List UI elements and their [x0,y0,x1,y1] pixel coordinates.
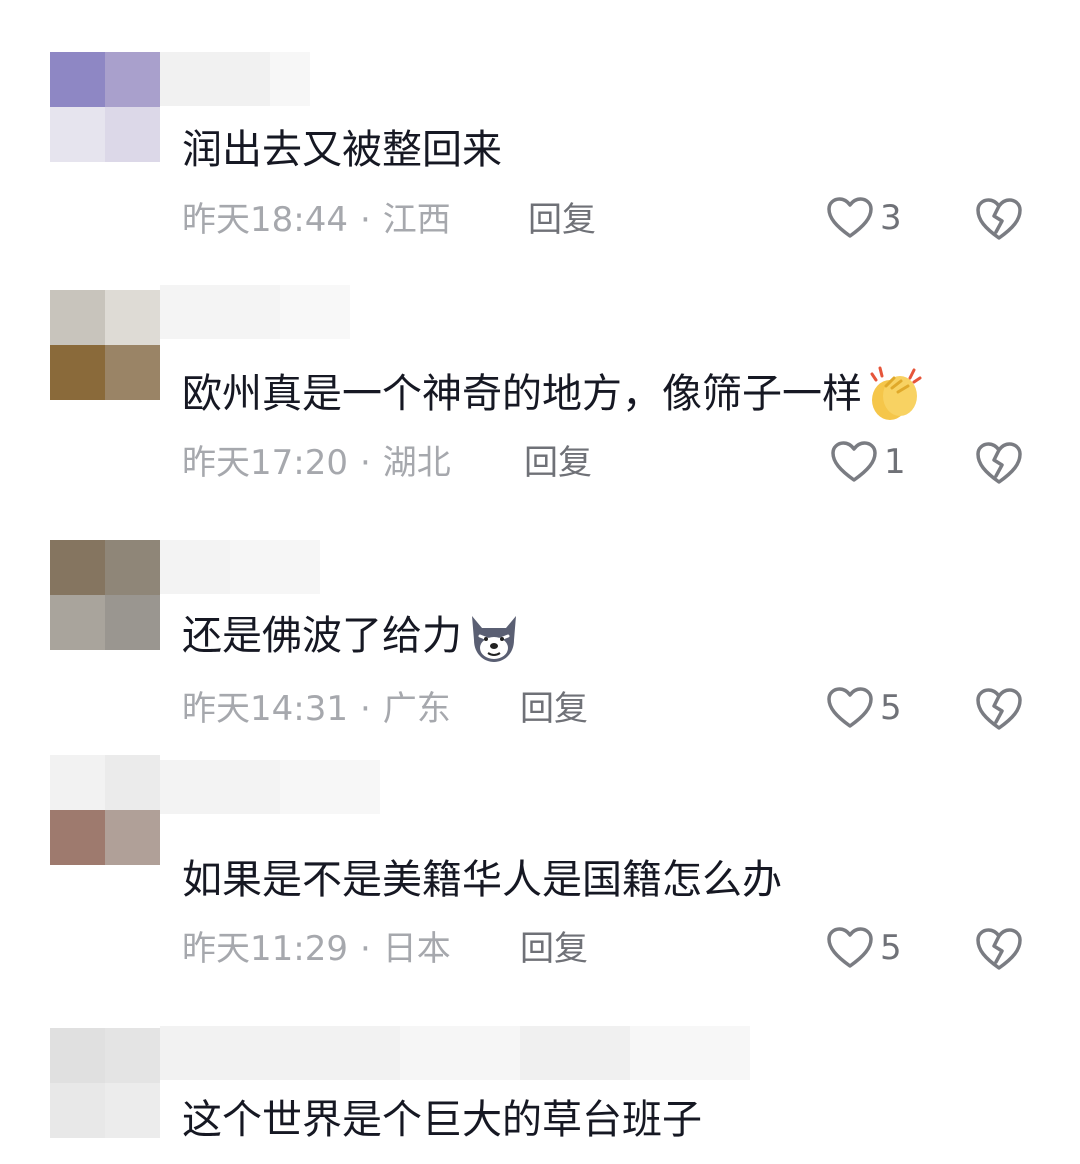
comment-text: 润出去又被整回来 [182,127,502,173]
like-button[interactable]: 5 [826,926,902,970]
heart-icon [831,441,877,482]
avatar[interactable] [28,1020,160,1150]
avatar[interactable] [28,532,160,662]
username-blurred[interactable] [160,1026,750,1080]
broken-heart-icon[interactable] [974,926,1024,972]
clapping-hands-emoji [870,366,922,420]
comment-location: 日本 [382,929,451,969]
avatar[interactable] [28,282,160,412]
wolf-face-emoji [472,616,516,662]
comment-meta: 昨天18:44 · 江西 [182,200,451,240]
reply-button[interactable]: 回复 [520,927,588,971]
comment-text: 如果是不是美籍华人是国籍怎么办 [182,857,782,903]
like-count: 1 [884,442,906,482]
reply-button[interactable]: 回复 [528,198,596,242]
comment-meta: 昨天14:31 · 广东 [182,689,451,729]
comment-meta: 昨天17:20 · 湖北 [182,443,451,483]
comment-time: 昨天18:44 [182,200,348,240]
username-blurred[interactable] [160,285,350,339]
comment-time: 昨天17:20 [182,443,348,483]
like-count: 5 [880,688,902,728]
comment-location: 广东 [382,689,451,729]
like-button[interactable]: 3 [826,196,902,240]
like-count: 3 [880,198,902,238]
username-blurred[interactable] [160,540,320,594]
heart-icon [827,197,873,238]
reply-button[interactable]: 回复 [520,687,588,731]
comment-location: 湖北 [382,443,451,483]
comment-text: 这个世界是个巨大的草台班子 [182,1097,702,1143]
comment-meta: 昨天11:29 · 日本 [182,929,451,969]
broken-heart-icon[interactable] [974,196,1024,242]
avatar[interactable] [28,747,160,877]
comment-time: 昨天14:31 [182,689,348,729]
heart-icon [827,687,873,728]
reply-button[interactable]: 回复 [524,441,592,485]
heart-icon [827,927,873,968]
comment-text: 欧州真是一个神奇的地方，像筛子一样 [182,364,926,424]
like-button[interactable]: 1 [830,440,906,484]
like-button[interactable]: 5 [826,686,902,730]
username-blurred[interactable] [160,760,380,814]
comment-time: 昨天11:29 [182,929,348,969]
avatar[interactable] [28,44,160,174]
broken-heart-icon[interactable] [974,440,1024,486]
comment-location: 江西 [382,200,451,240]
username-blurred[interactable] [160,52,310,106]
comment-text: 还是佛波了给力 [182,606,524,666]
broken-heart-icon[interactable] [974,686,1024,732]
like-count: 5 [880,928,902,968]
